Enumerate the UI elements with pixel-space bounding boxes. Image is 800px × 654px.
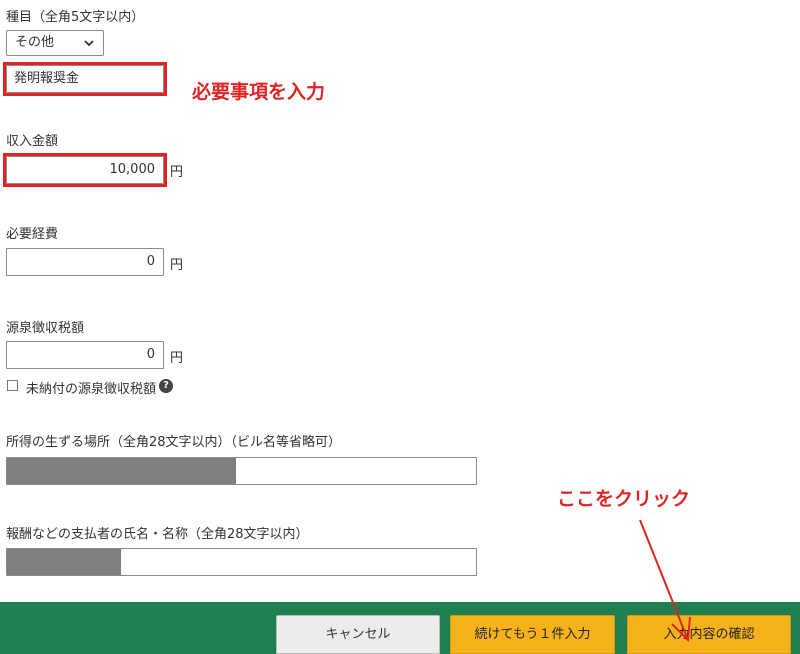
annotation-arrow	[639, 519, 691, 643]
